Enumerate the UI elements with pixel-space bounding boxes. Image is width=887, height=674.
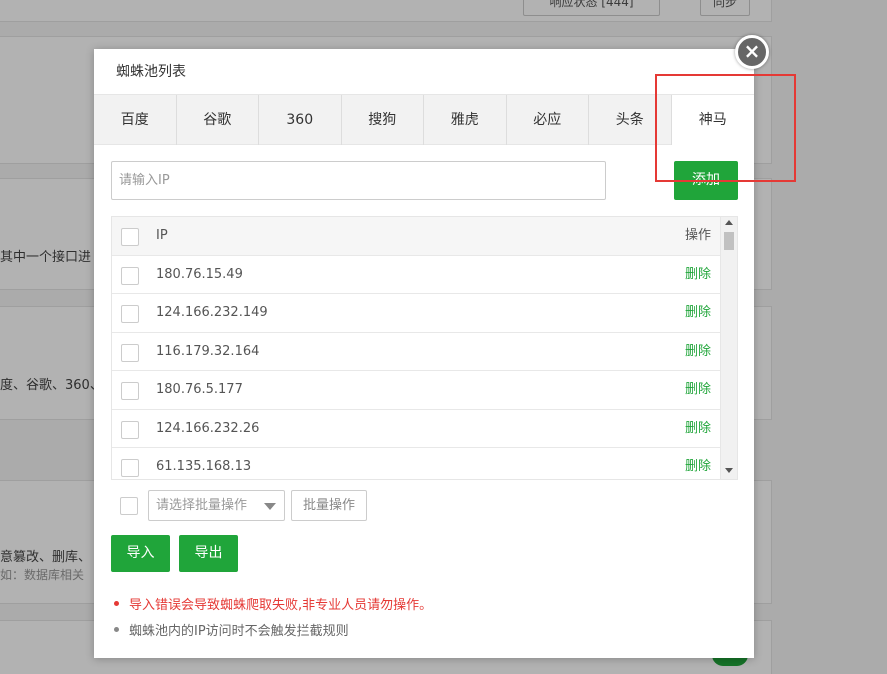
row-checkbox[interactable] [121,343,139,362]
batch-select-placeholder: 请选择批量操作 [156,498,248,513]
bullet-icon [114,601,119,606]
close-icon[interactable]: × [735,35,769,69]
warning-note: 导入错误会导致蜘蛛爬取失败,非专业人员请勿操作。 [114,594,432,613]
tab-sogou[interactable]: 搜狗 [342,95,424,145]
row-checkbox[interactable] [121,382,139,400]
row-checkbox[interactable] [121,305,139,323]
ip-table: IP 操作 180.76.15.49 删除 124.166.232.149 删除… [111,216,738,480]
ip-input[interactable]: 请输入IP [111,161,606,200]
table-row: 124.166.232.26 删除 [112,409,720,448]
table-row: 180.76.15.49 删除 [112,255,720,294]
info-note: 蜘蛛池内的IP访问时不会触发拦截规则 [114,620,349,639]
table-row: 180.76.5.177 删除 [112,371,720,410]
select-all-checkbox[interactable] [121,228,139,246]
delete-link[interactable]: 删除 [685,410,711,448]
warning-note-text: 导入错误会导致蜘蛛爬取失败,非专业人员请勿操作。 [129,598,433,613]
batch-select-checkbox[interactable] [120,497,138,515]
delete-link[interactable]: 删除 [685,371,711,409]
column-header-op: 操作 [684,228,711,243]
import-button[interactable]: 导入 [111,535,170,572]
chevron-down-icon [264,503,276,510]
column-header-ip: IP [156,228,168,243]
row-checkbox[interactable] [121,266,139,285]
highlight-annotation-box [655,74,796,182]
row-ip: 180.76.15.49 [156,266,243,282]
delete-link[interactable]: 删除 [685,294,711,332]
row-checkbox[interactable] [121,459,139,477]
tab-google[interactable]: 谷歌 [177,95,259,145]
tab-360[interactable]: 360 [259,95,342,145]
table-scrollbar[interactable] [720,217,737,479]
delete-link[interactable]: 删除 [685,256,711,294]
scroll-thumb[interactable] [724,232,734,250]
info-note-text: 蜘蛛池内的IP访问时不会触发拦截规则 [129,624,349,639]
table-row: 124.166.232.149 删除 [112,294,720,333]
table-header-row: IP 操作 [112,217,720,256]
row-ip: 180.76.5.177 [156,382,243,397]
delete-link[interactable]: 删除 [685,448,711,479]
tab-yahoo[interactable]: 雅虎 [424,95,507,145]
row-checkbox[interactable] [121,420,139,439]
export-button[interactable]: 导出 [179,535,238,572]
delete-link[interactable]: 删除 [685,333,711,371]
batch-operation-select[interactable]: 请选择批量操作 [148,490,285,521]
row-ip: 116.179.32.164 [156,343,260,359]
row-ip: 124.166.232.149 [156,305,268,320]
tab-bing[interactable]: 必应 [507,95,589,145]
row-ip: 61.135.168.13 [156,459,252,474]
row-ip: 124.166.232.26 [156,420,260,436]
table-row: 61.135.168.13 删除 [112,448,720,479]
table-row: 116.179.32.164 删除 [112,332,720,371]
bullet-icon [114,627,119,632]
scroll-down-arrow-icon[interactable] [725,468,733,473]
scroll-up-arrow-icon[interactable] [725,220,733,225]
tab-baidu[interactable]: 百度 [94,95,177,145]
batch-operation-button[interactable]: 批量操作 [291,490,367,521]
